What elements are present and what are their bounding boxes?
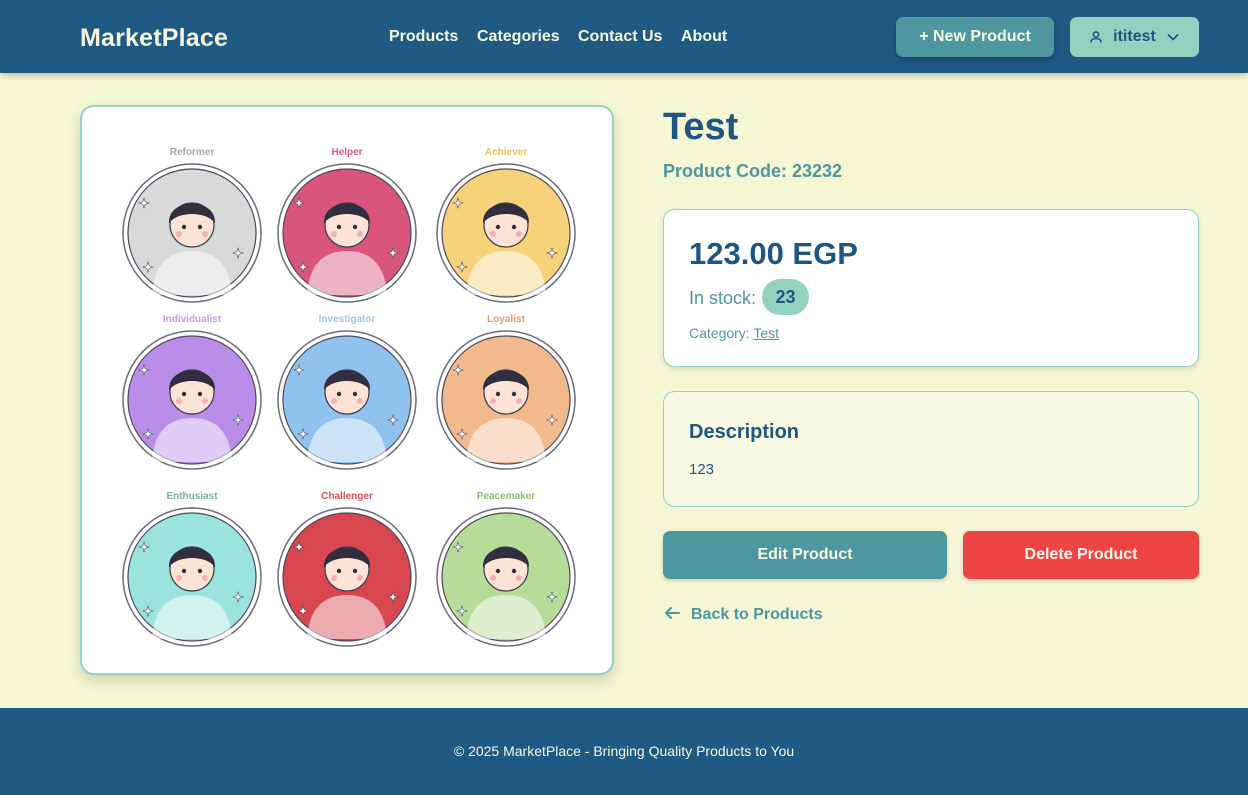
persona-eye xyxy=(181,568,187,574)
description-text: 123 xyxy=(689,461,715,478)
new-product-label: + New Product xyxy=(919,28,1031,45)
persona-challenger: Challenger xyxy=(277,491,417,647)
persona-cheek xyxy=(357,575,363,581)
category-line: Category: Test xyxy=(689,325,779,341)
nav-link-products[interactable]: Products xyxy=(389,28,458,46)
product-title: Test xyxy=(663,106,739,148)
nav-link-categories[interactable]: Categories xyxy=(477,28,560,46)
persona-cheek xyxy=(331,398,337,404)
persona-cheek xyxy=(516,575,522,581)
price-card: 123.00 EGP In stock: 23 Category: Test xyxy=(663,209,1199,367)
persona-reformer: Reformer xyxy=(122,147,262,303)
persona-cheek xyxy=(490,398,496,404)
persona-eye xyxy=(511,224,517,230)
navbar: MarketPlace Products Categories Contact … xyxy=(0,0,1248,73)
product-code: Product Code: 23232 xyxy=(663,161,843,181)
persona-eye xyxy=(197,568,203,574)
persona-cheek xyxy=(176,575,182,581)
edit-product-button[interactable]: Edit Product xyxy=(663,531,947,579)
persona-cheek xyxy=(516,231,522,237)
persona-eye xyxy=(495,224,501,230)
chevron-down-icon xyxy=(1166,30,1180,44)
edit-product-label: Edit Product xyxy=(757,546,853,563)
stock-count-badge: 23 xyxy=(762,279,809,315)
persona-enthusiast: Enthusiast xyxy=(122,491,262,647)
persona-cheek xyxy=(357,398,363,404)
persona-eye xyxy=(495,391,501,397)
persona-cheek xyxy=(516,398,522,404)
persona-eye xyxy=(511,568,517,574)
persona-cheek xyxy=(331,575,337,581)
persona-achiever: Achiever xyxy=(436,147,576,303)
user-name: ititest xyxy=(1113,28,1156,45)
user-menu-button[interactable]: ititest xyxy=(1070,17,1199,57)
persona-individualist: Individualist xyxy=(122,314,262,470)
footer: © 2025 MarketPlace - Bringing Quality Pr… xyxy=(0,708,1248,795)
persona-label: Challenger xyxy=(321,491,373,502)
persona-eye xyxy=(352,391,358,397)
persona-helper: Helper xyxy=(277,147,417,303)
persona-label: Investigator xyxy=(319,314,376,325)
stock-label: In stock: xyxy=(689,288,757,308)
persona-cheek xyxy=(331,231,337,237)
persona-cheek xyxy=(202,575,208,581)
persona-eye xyxy=(181,391,187,397)
new-product-button[interactable]: + New Product xyxy=(896,17,1054,57)
description-card: Description 123 xyxy=(663,391,1199,507)
persona-cheek xyxy=(357,231,363,237)
persona-investigator: Investigator xyxy=(277,314,417,470)
persona-cheek xyxy=(490,575,496,581)
nav-link-about[interactable]: About xyxy=(681,28,727,46)
persona-label: Peacemaker xyxy=(477,491,535,502)
product-image: Reformer Helper Achiever Individualist Inves… xyxy=(122,147,576,647)
footer-text: © 2025 MarketPlace - Bringing Quality Pr… xyxy=(453,742,795,759)
persona-eye xyxy=(197,391,203,397)
persona-cheek xyxy=(202,398,208,404)
delete-product-label: Delete Product xyxy=(1024,546,1138,563)
persona-eye xyxy=(336,391,342,397)
persona-label: Enthusiast xyxy=(166,491,218,502)
persona-eye xyxy=(495,568,501,574)
delete-product-button[interactable]: Delete Product xyxy=(963,531,1199,579)
persona-cheek xyxy=(176,398,182,404)
persona-eye xyxy=(336,568,342,574)
arrow-left-icon xyxy=(663,605,681,626)
description-title: Description xyxy=(689,421,800,443)
brand-logo[interactable]: MarketPlace xyxy=(80,24,228,53)
user-icon xyxy=(1089,30,1103,44)
persona-eye xyxy=(352,568,358,574)
back-to-products-link[interactable]: Back to Products xyxy=(663,604,823,626)
persona-cheek xyxy=(490,231,496,237)
persona-eye xyxy=(181,224,187,230)
nav-link-contact-us[interactable]: Contact Us xyxy=(578,28,662,46)
persona-eye xyxy=(352,224,358,230)
persona-label: Individualist xyxy=(163,314,222,325)
persona-cheek xyxy=(202,231,208,237)
persona-cheek xyxy=(176,231,182,237)
persona-label: Reformer xyxy=(170,147,215,158)
persona-eye xyxy=(197,224,203,230)
product-price: 123.00 EGP xyxy=(689,236,858,271)
persona-eye xyxy=(511,391,517,397)
product-image-card: Reformer Helper Achiever Individualist Inves… xyxy=(80,105,614,675)
persona-loyalist: Loyalist xyxy=(436,314,576,470)
category-label: Category: xyxy=(689,325,750,341)
persona-label: Loyalist xyxy=(487,314,525,325)
persona-peacemaker: Peacemaker xyxy=(436,491,576,647)
category-link[interactable]: Test xyxy=(753,325,779,341)
persona-label: Achiever xyxy=(485,147,527,158)
persona-eye xyxy=(336,224,342,230)
back-to-products-label: Back to Products xyxy=(691,606,823,623)
persona-label: Helper xyxy=(331,147,362,158)
